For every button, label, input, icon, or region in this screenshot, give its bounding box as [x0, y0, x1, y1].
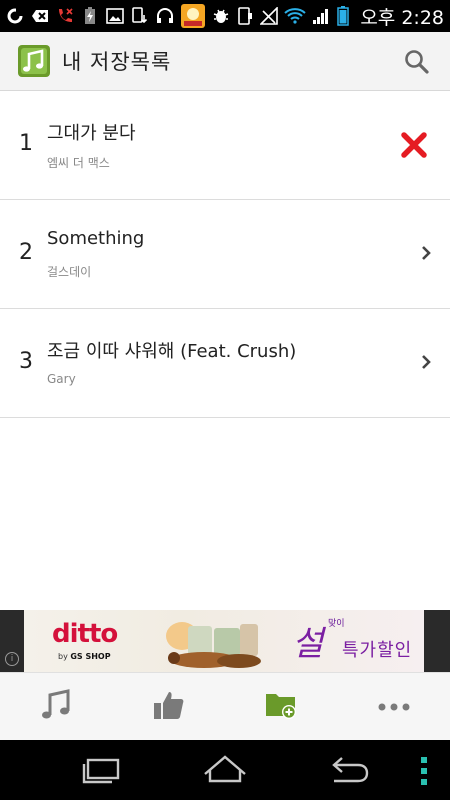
saved-song-list: 1 그대가 분다 엠씨 더 맥스 2 Something 걸스데이 3 조금 이… [0, 91, 450, 418]
battery-charging-icon [81, 7, 99, 25]
missed-call-icon [56, 7, 74, 25]
song-title: Something [47, 228, 145, 249]
tab-my-folder[interactable] [225, 673, 338, 740]
ad-brand-sub-name: GS SHOP [70, 652, 111, 661]
song-number: 2 [19, 240, 33, 265]
ad-banner[interactable]: i ditto by GS SHOP 설 맞이 특가할인 [0, 610, 450, 672]
song-artist: Gary [47, 372, 76, 386]
ad-product-image [166, 622, 261, 668]
song-row[interactable]: 2 Something 걸스데이 [0, 200, 450, 309]
signal-mute-icon [260, 7, 279, 25]
ad-info-icon[interactable]: i [5, 652, 19, 666]
ad-headline-sub: 맞이 [328, 619, 345, 629]
delete-icon[interactable] [398, 129, 430, 161]
tab-recommend[interactable] [113, 673, 226, 740]
page-title: 내 저장목록 [62, 50, 172, 74]
add-folder-icon [264, 690, 298, 724]
song-row[interactable]: 3 조금 이따 샤워해 (Feat. Crush) Gary [0, 309, 450, 418]
system-nav-bar [0, 740, 450, 800]
song-artist: 걸스데이 [47, 265, 92, 279]
battery-icon [336, 6, 350, 26]
headphones-icon [156, 7, 174, 25]
status-bar: 오후 2:28 [0, 0, 450, 32]
chevron-right-icon[interactable] [420, 245, 432, 261]
song-title: 그대가 분다 [47, 123, 136, 144]
ad-headline: 설 [292, 624, 324, 664]
search-icon[interactable] [404, 49, 430, 75]
tab-music[interactable] [0, 673, 113, 740]
ad-brand-sub: by GS SHOP [58, 652, 111, 661]
status-icons-right: 오후 2:28 [236, 3, 444, 30]
home-icon[interactable] [202, 754, 248, 788]
ad-brand-sub-prefix: by [58, 652, 68, 661]
ad-content[interactable]: ditto by GS SHOP 설 맞이 특가할인 [24, 610, 424, 672]
bottom-tab-bar [0, 672, 450, 740]
g-icon [6, 7, 24, 25]
thumbs-up-icon [152, 688, 186, 726]
song-number: 3 [19, 349, 33, 374]
image-icon [106, 7, 124, 25]
back-icon[interactable] [328, 754, 370, 788]
music-note-icon [39, 688, 73, 726]
tab-more[interactable] [338, 673, 450, 740]
action-bar: 내 저장목록 [0, 32, 450, 91]
more-icon [377, 697, 411, 716]
ad-promo-text: 특가할인 [342, 640, 413, 661]
notification-icon [31, 7, 49, 25]
download-icon [131, 7, 149, 25]
cell-signal-icon [312, 7, 330, 25]
song-row[interactable]: 1 그대가 분다 엠씨 더 맥스 [0, 91, 450, 200]
bug-icon [212, 7, 230, 25]
phone-outline-icon [236, 7, 254, 25]
song-title: 조금 이따 샤워해 (Feat. Crush) [47, 341, 297, 362]
chevron-right-icon[interactable] [420, 354, 432, 370]
status-time: 오후 2:28 [360, 6, 444, 29]
app-badge-icon [181, 4, 205, 28]
menu-icon[interactable] [420, 756, 428, 790]
ad-brand: ditto [52, 619, 118, 649]
wifi-icon [284, 7, 306, 25]
recent-apps-icon[interactable] [80, 754, 122, 788]
song-number: 1 [19, 131, 33, 156]
status-icons-left [6, 4, 230, 28]
music-folder-icon[interactable] [16, 43, 52, 79]
song-artist: 엠씨 더 맥스 [47, 156, 110, 170]
